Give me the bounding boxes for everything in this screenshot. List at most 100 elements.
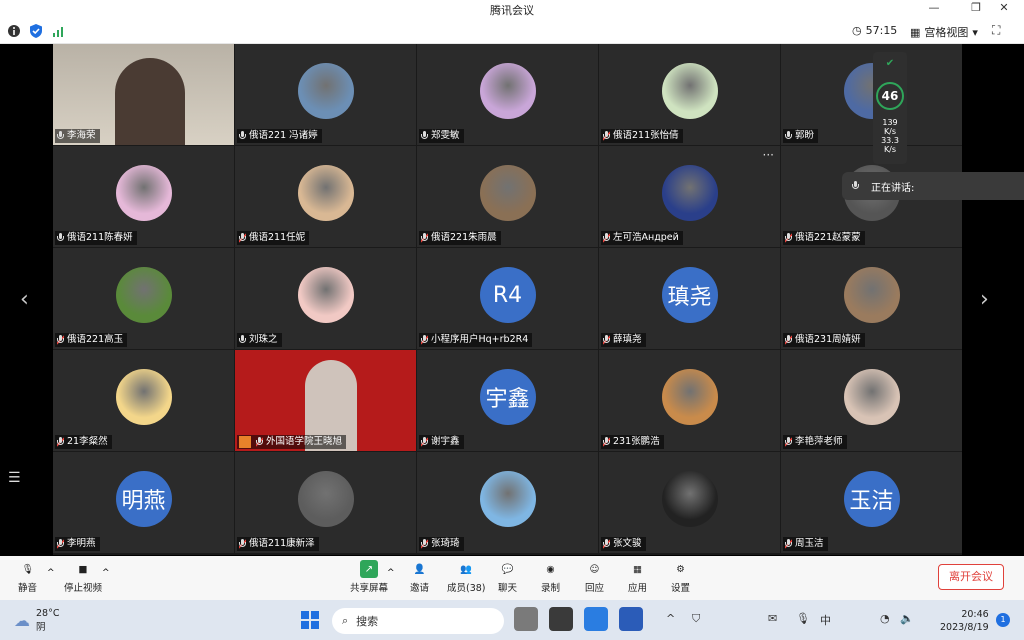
share-label: 共享屏幕 (350, 583, 389, 594)
participant-tile[interactable]: 李海荣 (53, 44, 234, 145)
mute-button[interactable]: 🎙 静音 (18, 560, 37, 595)
taskbar-app-tencent-meeting[interactable] (584, 607, 608, 631)
participant-label: 谢宇鑫 (419, 435, 464, 449)
participant-tile[interactable]: 刘珠之 (235, 248, 416, 349)
temperature: 28°C (36, 608, 60, 619)
taskbar-app-explorer[interactable] (514, 607, 538, 631)
taskbar-app-word[interactable] (619, 607, 643, 631)
participant-name: 外国语学院王晓旭 (266, 436, 343, 447)
participant-label: 俄语211康新泽 (237, 537, 319, 551)
mic-muted-icon (256, 437, 263, 447)
participant-tile[interactable]: 俄语221朱雨晨 (417, 146, 598, 247)
participant-tile[interactable]: 俄语211任妮 (235, 146, 416, 247)
participant-tile[interactable]: 外国语学院王晓旭 (235, 350, 416, 451)
wechat-tray-icon[interactable]: ✉ (768, 612, 777, 625)
participant-name: 李艳萍老师 (795, 436, 843, 447)
taskbar-clock[interactable]: 20:46 2023/8/19 (940, 608, 989, 634)
restore-button[interactable]: ❐ (964, 0, 988, 18)
participant-tile[interactable]: 张文骏 (599, 452, 780, 553)
windows-start-icon[interactable] (300, 610, 320, 630)
participant-name: 俄语221赵蒙蒙 (795, 232, 861, 243)
participant-tile[interactable]: 俄语211康新泽 (235, 452, 416, 553)
view-selector[interactable]: ▦ 宫格视图 ▾ (910, 24, 978, 40)
fullscreen-icon[interactable]: ⛶ (992, 23, 1000, 38)
participant-tile[interactable]: 俄语231周婧妍 (781, 248, 962, 349)
chevron-up-icon[interactable]: ^ (47, 568, 55, 578)
participant-tile[interactable]: R4 小程序用户Hq+rb2R4 (417, 248, 598, 349)
signal-icon[interactable] (50, 23, 66, 39)
mic-muted-icon (421, 335, 428, 345)
participant-tile[interactable]: 玉洁 周玉洁 (781, 452, 962, 553)
shield-icon[interactable] (28, 23, 44, 39)
participant-tile[interactable]: 231张鹏浩 (599, 350, 780, 451)
avatar (297, 63, 354, 120)
participant-name: 张琦琦 (431, 538, 460, 549)
settings-button[interactable]: ⚙ 设置 (671, 560, 690, 595)
stop-video-button[interactable]: ■ 停止视频 (64, 560, 102, 595)
clock-icon: ◷ (852, 24, 862, 37)
leave-meeting-button[interactable]: 离开会议 (938, 564, 1004, 590)
participant-tile[interactable]: 21李粲然 (53, 350, 234, 451)
reply-button[interactable]: ☺ 回应 (585, 560, 604, 595)
camera-icon: ■ (78, 563, 88, 575)
participant-name: 俄语221高玉 (67, 334, 124, 345)
shield-tray-icon[interactable]: ⛉ (692, 612, 700, 626)
window-title: 腾讯会议 (490, 4, 534, 17)
chat-button[interactable]: 💬 聊天 (498, 560, 518, 595)
participant-tile[interactable]: 李艳萍老师 (781, 350, 962, 451)
wifi-icon[interactable]: ◔ (880, 612, 890, 625)
chat-label: 聊天 (498, 583, 518, 594)
mic-muted-icon (785, 539, 792, 549)
participant-tile[interactable]: 俄语221高玉 (53, 248, 234, 349)
ime-indicator[interactable]: 中 (820, 612, 831, 628)
meeting-toolbar: ◷ 57:15 ▦ 宫格视图 ▾ ⛶ (0, 18, 1024, 44)
meeting-timer: ◷ 57:15 (852, 24, 897, 37)
chevron-up-icon[interactable]: ^ (102, 568, 110, 578)
weather-widget[interactable]: ☁ 28°C 阴 (14, 608, 59, 633)
chevron-up-icon[interactable]: ^ (387, 568, 395, 578)
avatar (297, 267, 354, 324)
record-button[interactable]: ◉ 录制 (541, 560, 560, 595)
members-button[interactable]: 👥 成员(38) (447, 560, 486, 595)
minimize-button[interactable]: — (922, 0, 946, 18)
share-screen-button[interactable]: ↗ 共享屏幕 (350, 560, 388, 594)
participant-tile[interactable]: ··· 左可浩Андрей (599, 146, 780, 247)
search-icon: ⌕ (342, 614, 349, 627)
participant-tile[interactable]: 宇鑫 谢宇鑫 (417, 350, 598, 451)
participant-name: 俄语231周婧妍 (795, 334, 861, 345)
info-icon[interactable] (6, 23, 22, 39)
avatar (479, 63, 536, 120)
participant-name: 郭盼 (795, 130, 815, 141)
participant-name: 俄语211陈春妍 (67, 232, 133, 243)
gear-icon: ⚙ (676, 563, 685, 575)
participant-tile[interactable]: 俄语221 冯诸婷 (235, 44, 416, 145)
mic-muted-icon (603, 437, 610, 447)
participant-tile[interactable]: 俄语211张怡倩 (599, 44, 780, 145)
prev-page-icon[interactable]: ‹ (20, 287, 29, 312)
participant-name: 小程序用户Hq+rb2R4 (431, 334, 529, 345)
participant-tile[interactable]: 郭盼 (781, 44, 962, 145)
participant-tile[interactable]: 俄语211陈春妍 (53, 146, 234, 247)
avatar (661, 165, 718, 222)
apps-button[interactable]: ▦ 应用 (628, 560, 647, 595)
participant-tile[interactable]: 张琦琦 (417, 452, 598, 553)
notification-badge[interactable]: 1 (996, 613, 1010, 627)
participant-name: 周玉洁 (795, 538, 824, 549)
taskbar-app-editor[interactable] (549, 607, 573, 631)
mic-tray-icon[interactable]: 🎙 (796, 612, 810, 625)
more-options-icon[interactable]: ··· (763, 149, 774, 161)
list-icon[interactable]: ☰ (8, 470, 21, 486)
volume-icon[interactable]: 🔈 (900, 612, 914, 625)
chevron-down-icon: ▾ (972, 25, 978, 39)
participant-tile[interactable]: 郑雯敏 (417, 44, 598, 145)
participant-tile[interactable]: 瑱尧 薛瑱尧 (599, 248, 780, 349)
participant-label: 张琦琦 (419, 537, 464, 551)
grid-view-icon: ▦ (910, 25, 921, 39)
close-button[interactable]: ✕ (992, 0, 1016, 18)
participant-label: 张文骏 (601, 537, 646, 551)
invite-button[interactable]: 👤 邀请 (410, 560, 429, 595)
taskbar-search[interactable]: ⌕ 搜索 (332, 608, 504, 634)
participant-tile[interactable]: 明燕 李明燕 (53, 452, 234, 553)
next-page-icon[interactable]: › (980, 287, 989, 312)
chevron-up-icon[interactable]: ^ (666, 612, 675, 625)
